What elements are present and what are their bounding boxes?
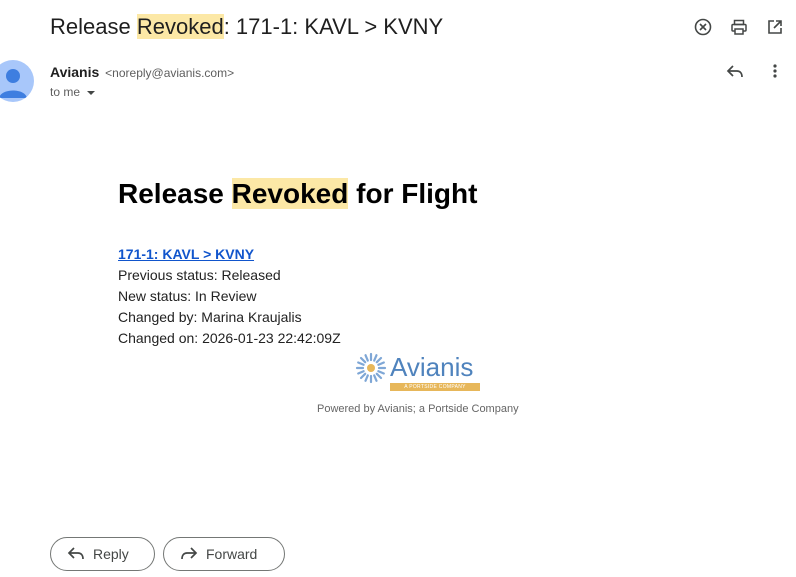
- sunburst-logo-icon: [355, 352, 387, 389]
- recipient-label: to me: [50, 85, 81, 99]
- changed-by-line: Changed by: Marina Kraujalis: [118, 309, 302, 325]
- sender-name[interactable]: Avianis: [50, 64, 99, 80]
- flight-link[interactable]: 171-1: KAVL > KVNY: [118, 245, 254, 263]
- new-status-line: New status: In Review: [118, 288, 257, 304]
- logo-wordmark: Avianis: [390, 352, 474, 382]
- open-in-new-icon[interactable]: [763, 15, 787, 39]
- heading-prefix: Release: [118, 178, 232, 209]
- forward-button[interactable]: Forward: [163, 537, 285, 571]
- forward-button-label: Forward: [206, 546, 258, 562]
- chevron-down-icon: [86, 84, 96, 100]
- subject-prefix: Release: [50, 14, 137, 39]
- avianis-logo: Avianis A PORTSIDE COMPANY: [355, 352, 485, 394]
- avatar[interactable]: [0, 60, 34, 102]
- close-circle-icon[interactable]: [691, 15, 715, 39]
- more-vert-icon[interactable]: [763, 59, 787, 83]
- changed-on-line: Changed on: 2026-01-23 22:42:09Z: [118, 330, 341, 346]
- powered-by-footer: Powered by Avianis; a Portside Company: [317, 403, 519, 415]
- reply-button[interactable]: Reply: [50, 537, 155, 571]
- subject-highlight: Revoked: [136, 14, 224, 39]
- heading-suffix: for Flight: [348, 178, 478, 209]
- heading-highlight: Revoked: [231, 178, 349, 209]
- previous-status-line: Previous status: Released: [118, 267, 281, 283]
- print-icon[interactable]: [727, 15, 751, 39]
- logo-tagline: A PORTSIDE COMPANY: [390, 383, 480, 391]
- reply-button-label: Reply: [93, 546, 129, 562]
- body-heading: Release Revoked for Flight: [118, 175, 477, 213]
- forward-icon: [180, 545, 198, 564]
- reply-icon[interactable]: [723, 59, 747, 83]
- reply-icon: [67, 545, 85, 564]
- sender-line: Avianis <noreply@avianis.com>: [50, 63, 234, 82]
- subject-suffix: : 171-1: KAVL > KVNY: [223, 14, 444, 39]
- recipient-details-toggle[interactable]: to me: [50, 84, 96, 100]
- email-subject: Release Revoked: 171-1: KAVL > KVNY: [50, 12, 443, 42]
- sender-email: <noreply@avianis.com>: [105, 66, 235, 80]
